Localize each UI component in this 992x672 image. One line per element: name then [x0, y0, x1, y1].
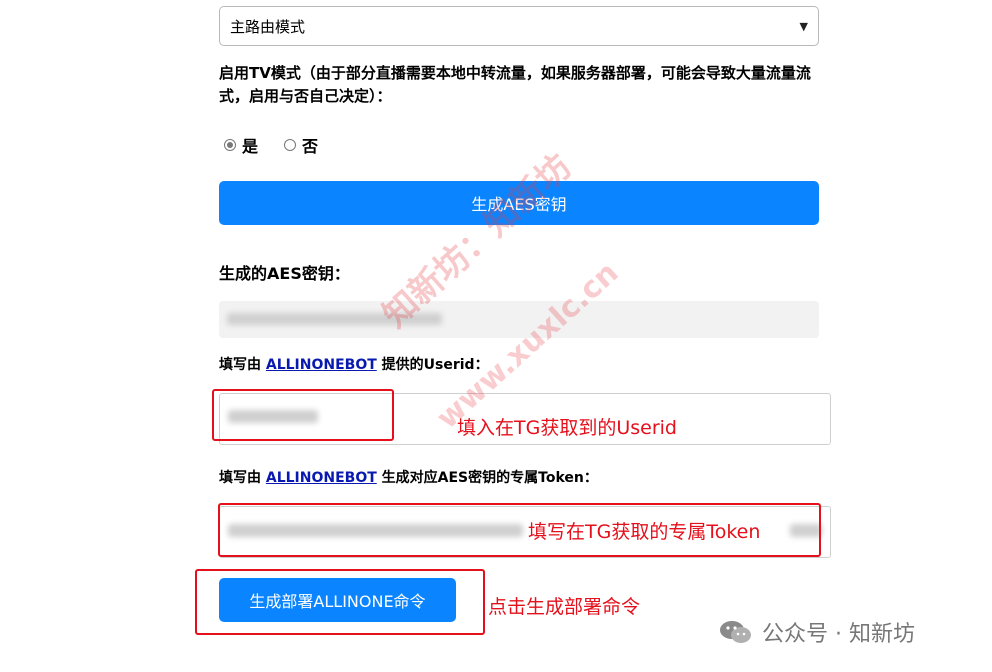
tv-mode-radio-group: 是 否: [224, 133, 318, 157]
command-annotation: 点击生成部署命令: [488, 596, 641, 618]
route-mode-value: 主路由模式: [230, 17, 306, 36]
radio-yes-label: 是: [242, 137, 259, 156]
command-highlight-box: [195, 569, 485, 635]
tv-mode-label: 启用TV模式（由于部分直播需要本地中转流量，如果服务器部署，可能会导致大量流量流…: [219, 64, 811, 105]
aes-key-title: 生成的AES密钥：: [219, 264, 350, 283]
token-label: 填写由 ALLINONEBOT 生成对应AES密钥的专属Token：: [219, 470, 598, 486]
radio-no-label: 否: [302, 137, 319, 156]
wechat-icon: [720, 621, 751, 643]
token-annotation: 填写在TG获取的专属Token: [528, 521, 761, 543]
userid-label: 填写由 ALLINONEBOT 提供的Userid：: [219, 357, 489, 373]
userid-annotation: 填入在TG获取到的Userid: [457, 417, 677, 439]
chevron-down-icon: ▼: [799, 19, 808, 33]
userid-highlight-box: [212, 389, 394, 441]
brand-text: 公众号 · 知新坊: [762, 622, 915, 647]
radio-no[interactable]: [284, 139, 297, 151]
radio-yes[interactable]: [224, 139, 236, 151]
brand-footer: 公众号 · 知新坊: [718, 616, 915, 648]
route-mode-select[interactable]: 主路由模式 ▼: [219, 6, 819, 46]
allinonebot-link[interactable]: ALLINONEBOT: [266, 357, 377, 373]
allinonebot-token-link[interactable]: ALLINONEBOT: [266, 470, 377, 486]
